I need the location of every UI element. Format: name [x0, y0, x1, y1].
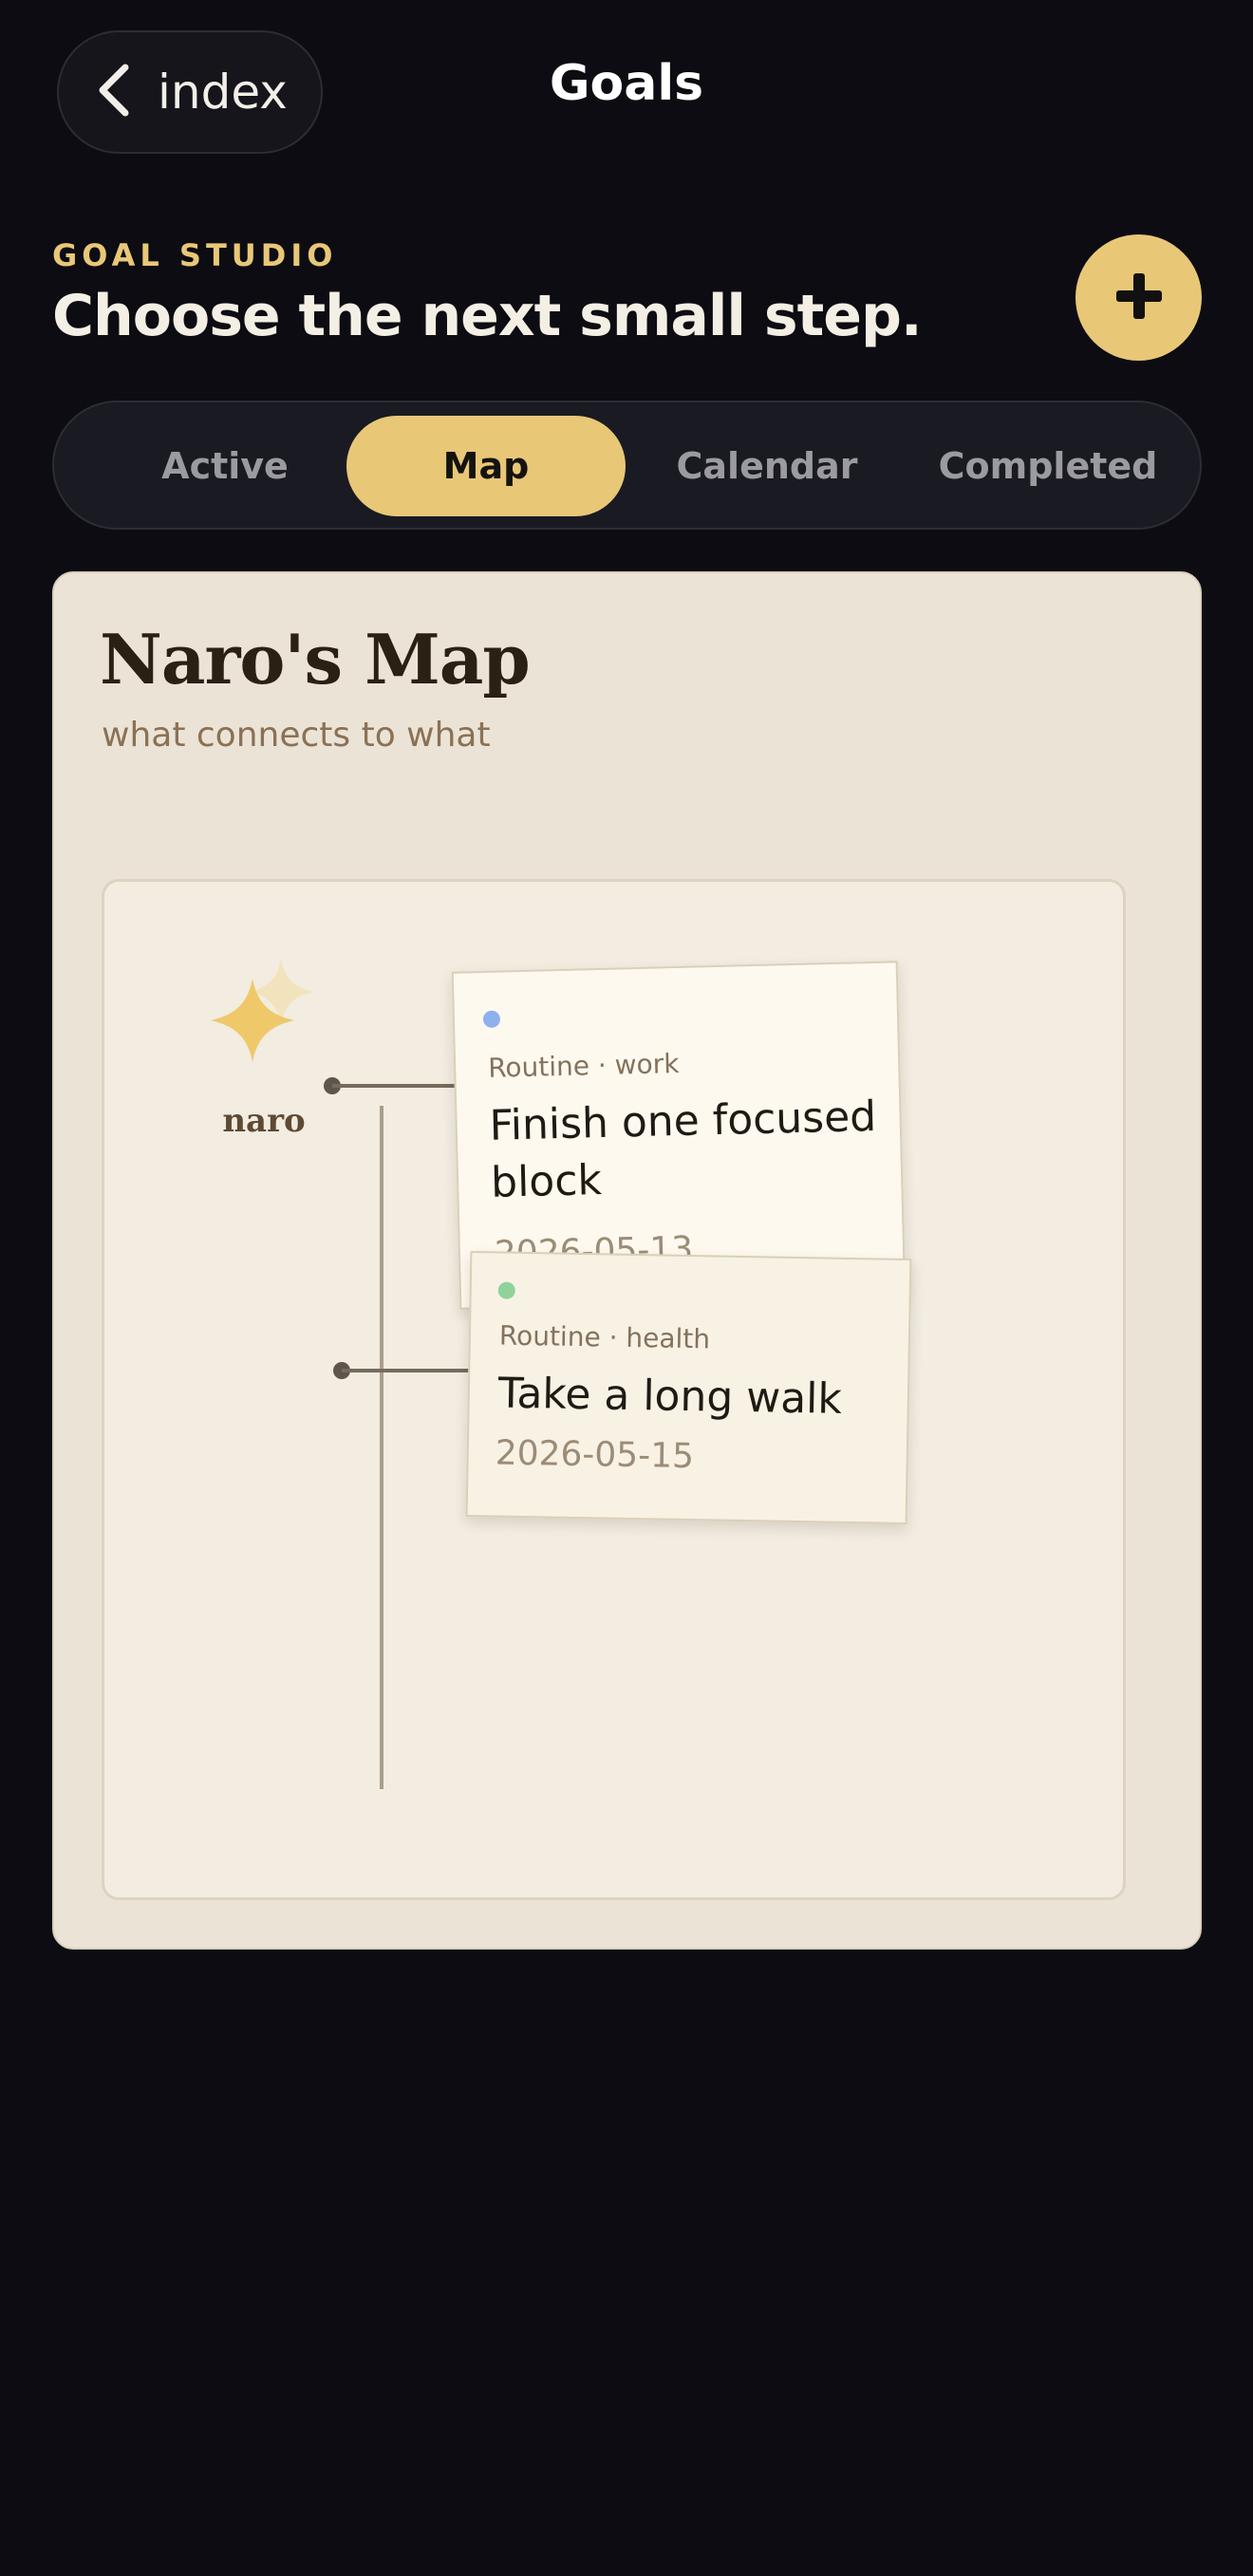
tab-map[interactable]: Map	[346, 416, 626, 516]
view-tabs: Active Map Calendar Completed	[52, 401, 1202, 530]
top-bar: index Goals	[0, 0, 1253, 190]
goal-title: Take a long walk	[497, 1369, 843, 1424]
goal-note[interactable]: Routine · health Take a long walk 2026-0…	[465, 1250, 912, 1525]
add-goal-button[interactable]	[1075, 234, 1202, 361]
plus-icon	[1114, 271, 1164, 325]
goal-category: Routine · health	[498, 1319, 711, 1355]
category-dot	[482, 1010, 501, 1028]
section-eyebrow: GOAL STUDIO	[52, 237, 338, 273]
goal-category: Routine · work	[487, 1047, 680, 1084]
connector-branch	[332, 1084, 465, 1088]
sparkle-star-icon	[207, 958, 321, 1062]
tab-active[interactable]: Active	[92, 416, 358, 516]
tab-calendar[interactable]: Calendar	[627, 416, 907, 516]
connector-trunk	[380, 1106, 383, 1789]
tab-completed[interactable]: Completed	[908, 416, 1188, 516]
map-title: Naro's Map	[100, 619, 531, 700]
section-headline: Choose the next small step.	[52, 283, 923, 349]
connector-branch	[342, 1369, 475, 1372]
goal-title: Finish one focused block	[489, 1092, 877, 1207]
map-subtitle: what connects to what	[102, 716, 491, 755]
page-title: Goals	[549, 55, 704, 112]
category-dot	[497, 1281, 515, 1299]
goal-date: 2026-05-15	[495, 1433, 695, 1477]
root-node-label: naro	[222, 1102, 306, 1140]
